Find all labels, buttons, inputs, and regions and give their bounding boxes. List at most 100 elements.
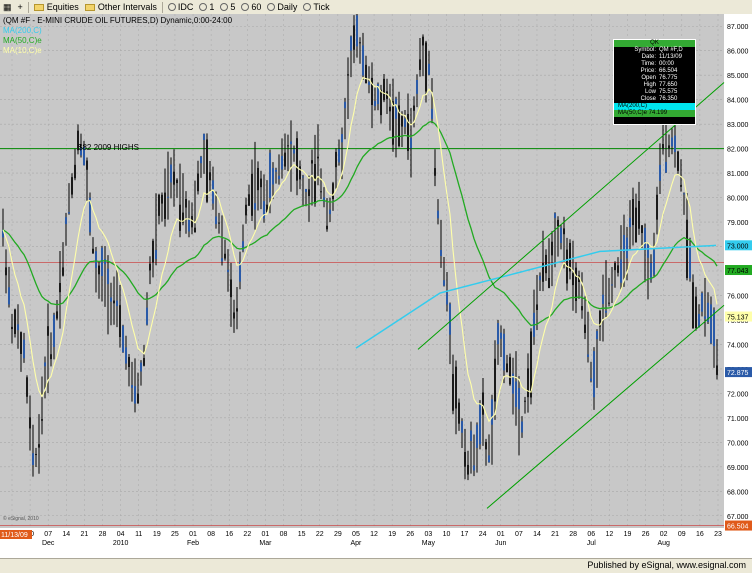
price-bar-body	[50, 354, 52, 360]
price-bar-body	[491, 399, 493, 425]
x-month-label: Apr	[350, 540, 362, 547]
price-bar-body	[554, 213, 556, 218]
x-month-label: Jun	[495, 540, 506, 547]
clock-icon	[199, 3, 208, 11]
price-bar-body	[269, 152, 271, 198]
price-bar-body	[227, 269, 229, 273]
price-bar-body	[395, 98, 397, 119]
interval-5-label: 5	[230, 2, 236, 12]
price-bar-body	[335, 151, 337, 168]
price-bar-body	[575, 267, 577, 301]
interval-1-label: 1	[209, 2, 215, 12]
x-tick-label: 22	[316, 531, 324, 538]
y-tick-label: 67.000	[727, 514, 749, 521]
interval-5-button[interactable]: 5	[217, 0, 238, 14]
x-tick-label: 09	[678, 531, 686, 538]
price-bar-body	[299, 166, 301, 180]
price-bar-body	[173, 171, 175, 185]
y-tick-label: 68.000	[727, 489, 749, 496]
separator	[27, 1, 29, 13]
price-bar-body	[56, 311, 58, 319]
x-tick-label: 07	[44, 531, 52, 538]
x-month-label: May	[422, 540, 436, 547]
price-bar-body	[485, 442, 487, 450]
price-bar-body	[119, 305, 121, 338]
data-window[interactable]: QK Symbol: QM #F,D Date: 11/13/09 Time: 00:…	[613, 39, 696, 125]
price-bar-body	[362, 45, 364, 76]
price-bar-body	[524, 400, 526, 402]
x-tick-label: 08	[207, 531, 215, 538]
price-bar-body	[608, 302, 610, 304]
price-bar-body	[596, 330, 598, 340]
other-intervals-menu[interactable]: Other Intervals	[82, 0, 160, 14]
price-bar-body	[452, 374, 454, 411]
idc-interval-button[interactable]: IDC	[165, 0, 197, 14]
price-bar-body	[329, 209, 331, 215]
price-bar-body	[104, 259, 106, 265]
price-bar-body	[476, 424, 478, 448]
x-tick-label: 07	[515, 531, 523, 538]
legend-ma10: MA(10,C)e	[3, 46, 42, 55]
interval-tick-label: Tick	[313, 2, 330, 12]
interval-daily-button[interactable]: Daily	[264, 0, 300, 14]
price-bar-body	[155, 250, 157, 260]
y-tick-label: 71.000	[727, 416, 749, 423]
x-tick-label: 16	[696, 531, 704, 538]
price-bar-body	[581, 306, 583, 311]
price-bar-body	[152, 240, 154, 263]
interval-1-button[interactable]: 1	[196, 0, 217, 14]
price-chart[interactable]: 67.000 68.000 69.000 70.000 71.000 72.000 73.0…	[0, 4, 752, 558]
price-bar-body	[710, 304, 712, 344]
price-bar-body	[305, 189, 307, 192]
interval-tick-button[interactable]: Tick	[300, 0, 332, 14]
data-row-ma200: MA(200,C)	[614, 103, 695, 110]
price-bar-body	[179, 204, 181, 231]
price-bar-body	[665, 161, 667, 173]
price-bar-body	[593, 351, 595, 398]
price-bar-body	[203, 133, 205, 141]
legend-ma50: MA(50,C)e	[3, 36, 42, 45]
price-bar-body	[674, 135, 676, 153]
price-bar-body	[92, 248, 94, 254]
price-bar-body	[695, 296, 697, 328]
add-icon-button[interactable]: +	[15, 0, 26, 14]
data-key: Open	[641, 75, 656, 81]
price-bar-body	[473, 465, 475, 471]
price-bar-body	[230, 279, 232, 298]
interval-60-button[interactable]: 60	[238, 0, 264, 14]
price-bar-body	[257, 167, 259, 191]
price-bar-body	[101, 247, 103, 277]
price-bar-body	[689, 247, 691, 279]
x-tick-label: 02	[660, 531, 668, 538]
folder-icon	[33, 3, 44, 11]
price-bar-body	[5, 267, 7, 276]
y-tick-label: 79.000	[727, 220, 749, 227]
data-row-ma50: MA(50,C)e 74.199	[614, 110, 695, 117]
price-bar-body	[146, 307, 148, 325]
price-bar-body	[125, 347, 127, 364]
interval-60-label: 60	[251, 2, 262, 12]
data-value: QM #F,D	[659, 47, 683, 53]
x-tick-label: 26	[406, 531, 414, 538]
idc-label: IDC	[177, 2, 194, 12]
price-bar-body	[167, 196, 169, 198]
x-tick-label: 06	[587, 531, 595, 538]
price-bar-body	[527, 368, 529, 398]
x-month-label: Jul	[587, 540, 596, 547]
price-bar-body	[188, 219, 190, 232]
x-tick-label: 03	[424, 531, 432, 538]
annotation-2009-highs: $82 2009 HIGHS	[78, 143, 139, 152]
price-bar-body	[539, 275, 541, 281]
price-bar-body	[560, 227, 562, 243]
price-bar-body	[23, 339, 25, 359]
equities-label: Equities	[46, 2, 79, 12]
grid-icon-button[interactable]: ▦	[0, 0, 15, 14]
price-bar-body	[143, 358, 145, 366]
price-bar-body	[419, 59, 421, 70]
price-bar-body	[440, 249, 442, 256]
data-row-close: Close 76.350	[614, 96, 695, 103]
y-tick-label: 81.000	[727, 171, 749, 178]
price-bar-body	[62, 267, 64, 276]
equities-menu[interactable]: Equities	[31, 0, 82, 14]
status-bar: Published by eSignal, www.esignal.com	[0, 558, 752, 573]
